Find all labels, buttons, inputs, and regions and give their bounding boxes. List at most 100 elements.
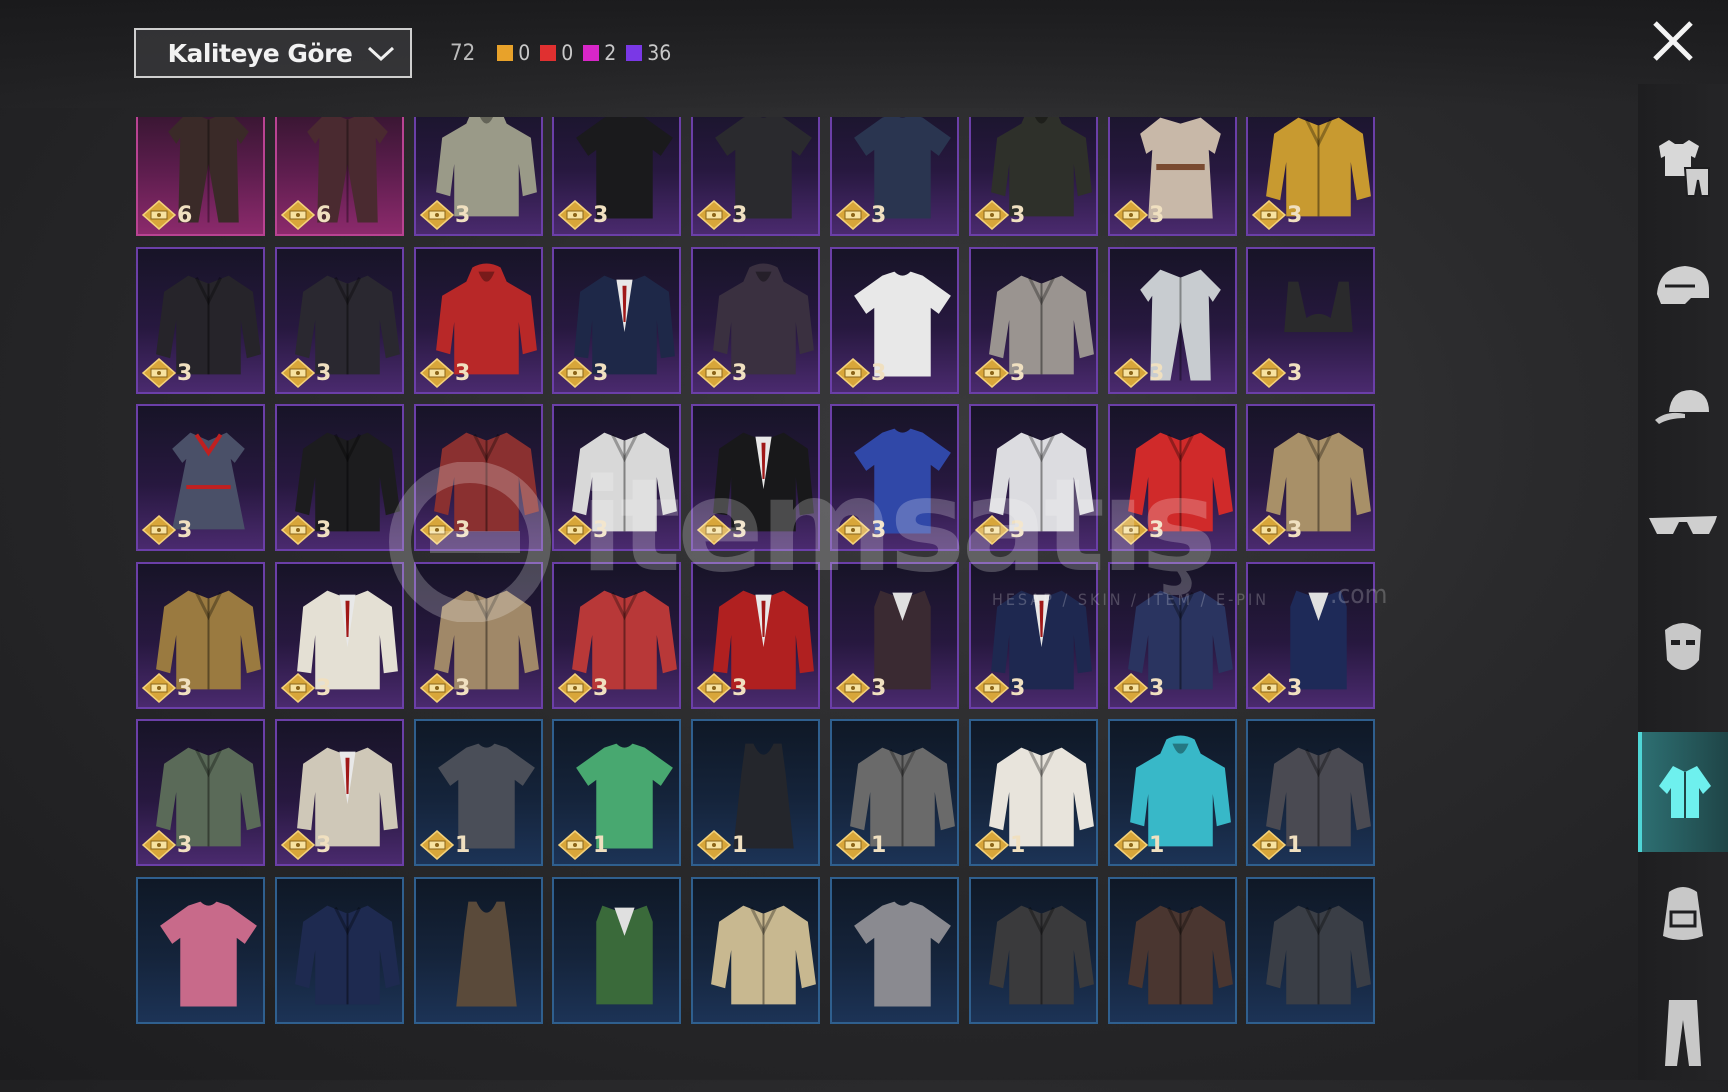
item-cell[interactable]: 3	[1246, 247, 1375, 394]
item-cell[interactable]: 3	[275, 247, 404, 394]
item-price: 6	[281, 200, 331, 230]
item-price-value: 3	[455, 202, 470, 228]
rail-item-pants[interactable]	[1638, 972, 1728, 1092]
item-cell[interactable]: 3	[691, 117, 820, 236]
coupon-icon	[836, 358, 870, 388]
item-cell[interactable]	[691, 877, 820, 1024]
item-price-value: 3	[732, 360, 747, 386]
coupon-icon	[1114, 200, 1148, 230]
item-price: 1	[836, 830, 886, 860]
item-cell[interactable]: 3	[969, 562, 1098, 709]
item-cell[interactable]: 3	[969, 247, 1098, 394]
item-cell[interactable]: 3	[136, 404, 265, 551]
item-cell[interactable]: 1	[1246, 719, 1375, 866]
item-cell[interactable]: 1	[552, 719, 681, 866]
item-cell[interactable]: 3	[1108, 247, 1237, 394]
item-cell[interactable]: 3	[969, 117, 1098, 236]
item-price: 3	[142, 515, 192, 545]
item-price-value: 3	[1010, 360, 1025, 386]
glasses-icon	[1649, 516, 1717, 534]
item-cell[interactable]: 3	[275, 719, 404, 866]
item-cell[interactable]: 3	[414, 247, 543, 394]
item-price: 3	[1114, 515, 1164, 545]
item-cell[interactable]	[1108, 877, 1237, 1024]
rail-item-outfit[interactable]	[1638, 108, 1728, 228]
item-cell[interactable]: 3	[414, 404, 543, 551]
item-cell[interactable]: 3	[552, 117, 681, 236]
item-cell[interactable]: 3	[1108, 562, 1237, 709]
item-cell[interactable]: 3	[552, 562, 681, 709]
item-cell[interactable]: 3	[275, 404, 404, 551]
item-cell[interactable]: 3	[1108, 117, 1237, 236]
coupon-icon	[281, 358, 315, 388]
item-cell[interactable]: 3	[830, 562, 959, 709]
item-cell[interactable]	[136, 877, 265, 1024]
item-cell[interactable]: 6	[275, 117, 404, 236]
item-cell[interactable]: 3	[275, 562, 404, 709]
item-cell[interactable]: 3	[830, 247, 959, 394]
sort-dropdown-label: Kaliteye Göre	[167, 38, 353, 68]
item-cell[interactable]	[969, 877, 1098, 1024]
coupon-icon	[558, 358, 592, 388]
item-cell[interactable]: 3	[1246, 117, 1375, 236]
coupon-icon	[1252, 200, 1286, 230]
coupon-icon	[142, 200, 176, 230]
item-cell[interactable]: 3	[691, 247, 820, 394]
item-cell[interactable]: 1	[691, 719, 820, 866]
item-cell[interactable]: 3	[1246, 404, 1375, 551]
item-cell[interactable]: 3	[136, 562, 265, 709]
coupon-icon	[1252, 830, 1286, 860]
item-cell[interactable]: 3	[830, 117, 959, 236]
item-cell[interactable]: 6	[136, 117, 265, 236]
item-cell[interactable]: 1	[969, 719, 1098, 866]
item-cell[interactable]: 3	[830, 404, 959, 551]
item-cell[interactable]: 3	[136, 719, 265, 866]
item-price-value: 1	[1149, 832, 1164, 858]
item-grid[interactable]: 6 6 3 3 3 3 3 3 3 3 3 3 3 3 3 3 3 3 3 3 3 3 3 3 3 3 3 3 3 3 3 3 3 3 3 3 3 3 1 1…	[136, 117, 1504, 1039]
sort-dropdown[interactable]: Kaliteye Göre	[134, 28, 412, 78]
item-cell[interactable]: 3	[691, 562, 820, 709]
rail-item-backpack[interactable]	[1638, 852, 1728, 972]
coupon-icon	[975, 200, 1009, 230]
item-price: 3	[281, 515, 331, 545]
item-price-value: 3	[732, 675, 747, 701]
item-price: 3	[558, 358, 608, 388]
jacket-icon	[1128, 905, 1233, 1005]
coupon-icon	[420, 200, 454, 230]
count-value: 0	[518, 41, 531, 65]
item-price: 3	[975, 200, 1025, 230]
item-cell[interactable]: 1	[1108, 719, 1237, 866]
item-cell[interactable]	[1246, 877, 1375, 1024]
square-icon	[583, 45, 600, 61]
outfit-icon	[1659, 140, 1710, 197]
item-price-value: 3	[1149, 360, 1164, 386]
item-cell[interactable]	[275, 877, 404, 1024]
item-price-value: 3	[1149, 517, 1164, 543]
item-cell[interactable]: 3	[552, 404, 681, 551]
item-cell[interactable]: 1	[414, 719, 543, 866]
rail-item-helmet[interactable]	[1638, 228, 1728, 348]
rail-item-mask[interactable]	[1638, 588, 1728, 708]
item-cell[interactable]: 1	[830, 719, 959, 866]
item-cell[interactable]: 3	[552, 247, 681, 394]
item-cell[interactable]: 3	[969, 404, 1098, 551]
item-cell[interactable]: 3	[136, 247, 265, 394]
item-price-value: 3	[871, 360, 886, 386]
coupon-icon	[836, 515, 870, 545]
item-cell[interactable]: 3	[414, 562, 543, 709]
item-cell[interactable]: 3	[1246, 562, 1375, 709]
coupon-icon	[281, 830, 315, 860]
count-value: 36	[647, 41, 672, 65]
item-cell[interactable]	[830, 877, 959, 1024]
coupon-icon	[697, 830, 731, 860]
rail-item-glasses[interactable]	[1638, 468, 1728, 588]
item-cell[interactable]: 3	[1108, 404, 1237, 551]
rail-item-jacket[interactable]	[1638, 732, 1728, 852]
item-cell[interactable]: 3	[414, 117, 543, 236]
jacket-icon	[989, 905, 1094, 1005]
rail-item-cap[interactable]	[1638, 348, 1728, 468]
close-icon[interactable]	[1650, 18, 1696, 64]
item-cell[interactable]: 3	[691, 404, 820, 551]
item-cell[interactable]	[552, 877, 681, 1024]
item-cell[interactable]	[414, 877, 543, 1024]
